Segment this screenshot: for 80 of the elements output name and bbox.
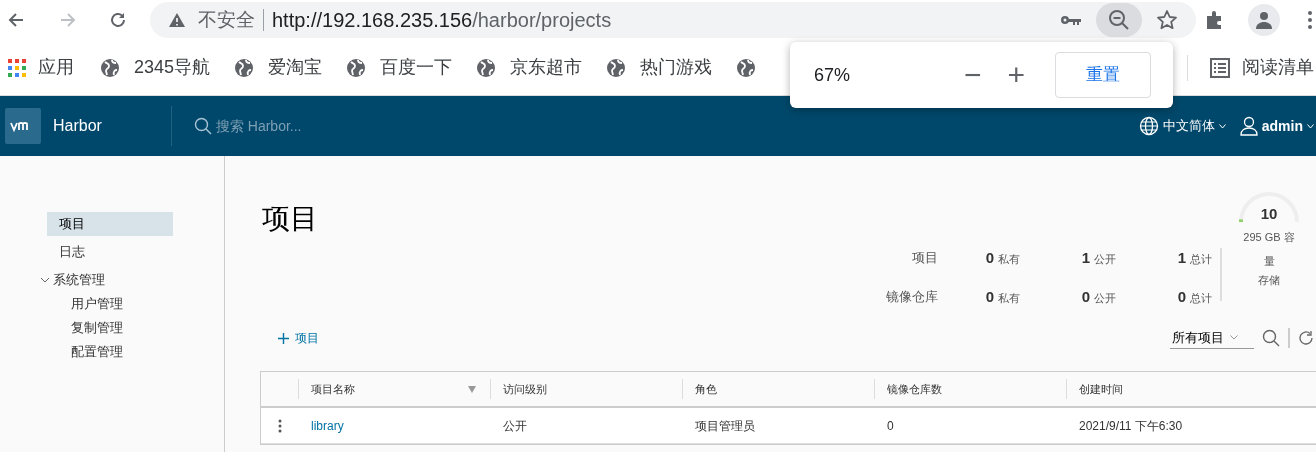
- page-title: 项目: [262, 202, 318, 236]
- user-menu[interactable]: admin: [1239, 115, 1314, 137]
- sidebar-item[interactable]: 日志: [47, 240, 173, 264]
- stat-value: 0 私有: [984, 287, 1021, 307]
- refresh-icon[interactable]: [1298, 330, 1314, 346]
- sidebar-item[interactable]: 项目: [47, 212, 173, 236]
- brand-name[interactable]: Harbor: [53, 114, 102, 138]
- caret-icon: [1230, 335, 1238, 340]
- table-cell: 项目管理员: [695, 418, 755, 433]
- user-name: admin: [1261, 116, 1303, 136]
- warning-icon: [168, 12, 186, 28]
- globe-icon: [1138, 116, 1159, 136]
- filter-select[interactable]: 所有项目: [1170, 327, 1254, 349]
- url-text: http://192.168.235.156/harbor/projects: [272, 8, 612, 33]
- list-icon: [1210, 57, 1230, 78]
- stat-label: 项目: [911, 249, 939, 268]
- globe-icon: [606, 57, 627, 78]
- globe-icon: [234, 57, 255, 78]
- storage-capacity: 295 GB 容量: [1242, 230, 1296, 269]
- bookmark-item[interactable]: 爱淘宝: [230, 54, 327, 81]
- bookmark-item[interactable]: 京东超市: [472, 54, 587, 81]
- column-header[interactable]: 镜像仓库数: [887, 380, 1052, 398]
- add-project-button[interactable]: 项目: [278, 329, 319, 347]
- globe-icon: [346, 57, 367, 78]
- column-header[interactable]: 创建时间: [1079, 380, 1302, 398]
- bookmark-item[interactable]: 应用: [4, 54, 78, 81]
- zoom-out-button[interactable]: −: [961, 60, 984, 90]
- star-icon[interactable]: [1156, 9, 1178, 31]
- key-icon: [1060, 14, 1082, 26]
- filter-icon[interactable]: [468, 385, 476, 393]
- reading-list-button[interactable]: 阅读清单: [1210, 54, 1314, 81]
- sidebar-item[interactable]: 配置管理: [47, 340, 173, 364]
- search-icon[interactable]: [1262, 329, 1280, 347]
- more-icon[interactable]: [1308, 11, 1312, 29]
- zoom-percent: 67%: [814, 63, 851, 87]
- zoom-button[interactable]: [1096, 3, 1142, 37]
- storage-gauge: [1238, 191, 1300, 223]
- user-icon: [1239, 116, 1258, 136]
- column-header[interactable]: 项目名称: [311, 380, 468, 398]
- storage-label: 存储: [1258, 273, 1280, 288]
- stat-value: 1 公开: [1080, 248, 1117, 268]
- stat-value: 0 总计: [1176, 287, 1213, 307]
- stat-label: 镜像仓库: [886, 288, 939, 307]
- apps-icon: [8, 58, 26, 77]
- profile-button[interactable]: [1248, 4, 1280, 36]
- column-header[interactable]: 角色: [695, 380, 860, 398]
- language-label: 中文简体: [1162, 117, 1215, 136]
- table-cell: 2021/9/11 下午6:30: [1079, 418, 1183, 433]
- zoom-in-button[interactable]: +: [1005, 60, 1027, 90]
- bookmark-item[interactable]: 2345导航: [96, 54, 215, 81]
- chevron-down-icon[interactable]: [40, 275, 50, 285]
- search-icon: [193, 117, 212, 135]
- reload-icon[interactable]: [108, 10, 128, 30]
- sidebar-item[interactable]: 复制管理: [47, 316, 173, 340]
- column-header[interactable]: 访问级别: [503, 380, 668, 398]
- globe-icon: [476, 57, 497, 78]
- caret-icon: [1218, 123, 1226, 129]
- address-bar[interactable]: 不安全 http://192.168.235.156/harbor/projects: [150, 2, 1196, 38]
- stat-value: 0 公开: [1080, 287, 1117, 307]
- sidebar-item[interactable]: 用户管理: [47, 292, 173, 316]
- storage-value: 10: [1260, 205, 1278, 223]
- zoom-out-icon: [1108, 9, 1130, 31]
- security-label: 不安全: [198, 7, 255, 32]
- stat-value: 1 总计: [1176, 248, 1213, 268]
- sidebar-item[interactable]: 系统管理: [52, 268, 169, 292]
- plus-icon: [278, 332, 289, 344]
- more-vertical-icon[interactable]: [278, 418, 282, 433]
- bookmark-item[interactable]: 热门游戏: [602, 54, 717, 81]
- globe-icon: [100, 57, 120, 78]
- search-field[interactable]: 搜索 Harbor...: [215, 115, 516, 137]
- table-cell: 公开: [503, 418, 527, 433]
- globe-icon[interactable]: [736, 57, 757, 78]
- bookmark-item[interactable]: 百度一下: [342, 54, 457, 81]
- project-link[interactable]: library: [311, 418, 344, 433]
- reset-button[interactable]: 重置: [1055, 52, 1151, 98]
- table-cell: 0: [887, 418, 894, 433]
- person-icon: [1255, 11, 1273, 29]
- stat-value: 0 私有: [984, 248, 1021, 268]
- language-menu[interactable]: 中文简体: [1138, 116, 1226, 136]
- caret-icon: [1307, 123, 1314, 129]
